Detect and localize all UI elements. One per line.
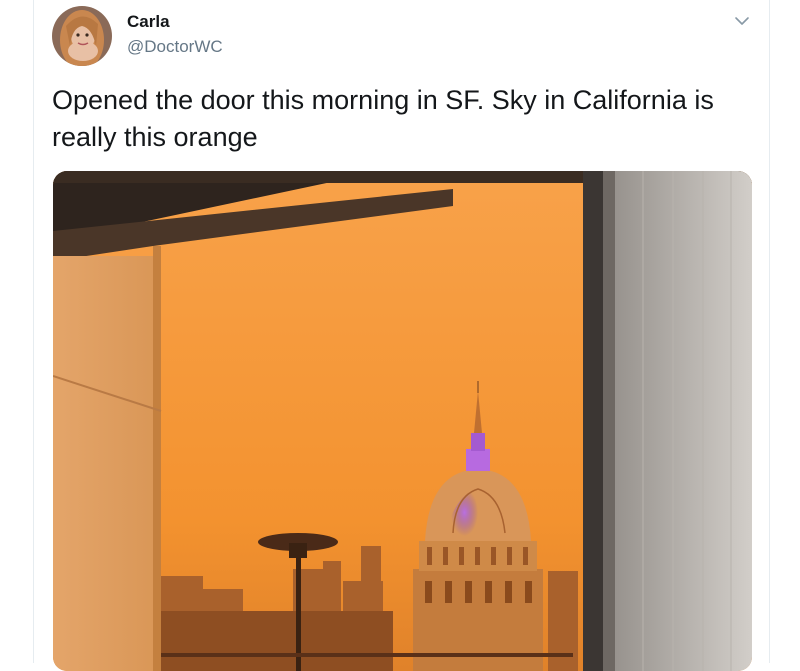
tweet-menu-button[interactable]: [731, 12, 753, 30]
avatar[interactable]: [52, 6, 112, 66]
tweet-text: Opened the door this morning in SF. Sky …: [52, 85, 714, 152]
chevron-down-icon: [735, 17, 749, 25]
tweet-card: Carla @DoctorWC Opened the door this mor…: [33, 0, 770, 671]
display-name[interactable]: Carla: [127, 12, 170, 32]
user-handle[interactable]: @DoctorWC: [127, 37, 223, 57]
tweet-photo[interactable]: [53, 171, 752, 671]
